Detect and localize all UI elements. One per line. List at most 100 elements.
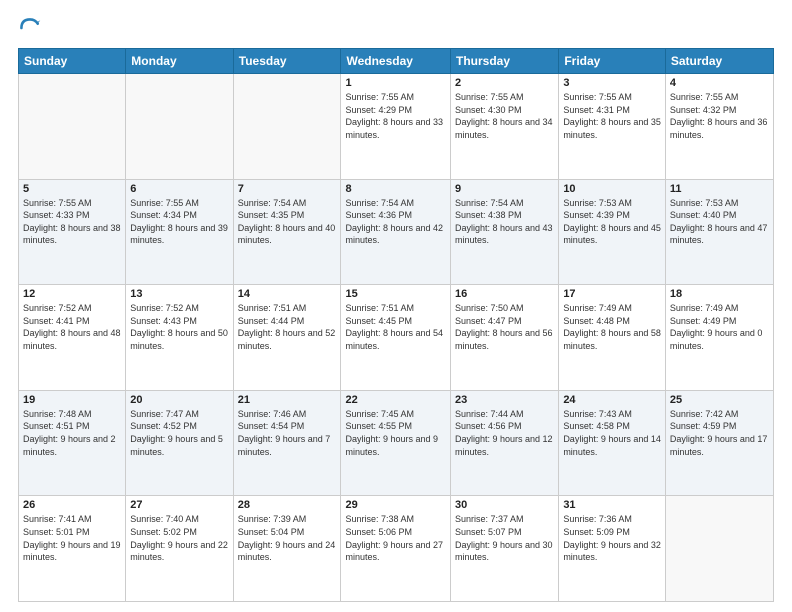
cell-date-number: 9 — [455, 183, 554, 195]
cell-info: Sunrise: 7:53 AM Sunset: 4:40 PM Dayligh… — [670, 197, 769, 247]
calendar-cell: 18 Sunrise: 7:49 AM Sunset: 4:49 PM Dayli… — [665, 285, 773, 391]
cell-date-number: 23 — [455, 394, 554, 406]
cell-date-number: 13 — [130, 288, 228, 300]
cell-info: Sunrise: 7:49 AM Sunset: 4:49 PM Dayligh… — [670, 302, 769, 352]
cell-date-number: 30 — [455, 499, 554, 511]
cell-info: Sunrise: 7:52 AM Sunset: 4:43 PM Dayligh… — [130, 302, 228, 352]
cell-date-number: 1 — [345, 77, 446, 89]
calendar-cell: 7 Sunrise: 7:54 AM Sunset: 4:35 PM Daylig… — [233, 179, 341, 285]
cell-info: Sunrise: 7:51 AM Sunset: 4:45 PM Dayligh… — [345, 302, 446, 352]
header-day-sunday: Sunday — [19, 49, 126, 74]
cell-info: Sunrise: 7:43 AM Sunset: 4:58 PM Dayligh… — [563, 408, 661, 458]
cell-date-number: 31 — [563, 499, 661, 511]
cell-info: Sunrise: 7:50 AM Sunset: 4:47 PM Dayligh… — [455, 302, 554, 352]
week-row-3: 12 Sunrise: 7:52 AM Sunset: 4:41 PM Dayli… — [19, 285, 774, 391]
calendar-cell: 31 Sunrise: 7:36 AM Sunset: 5:09 PM Dayli… — [559, 496, 666, 602]
header — [18, 16, 774, 40]
cell-date-number: 12 — [23, 288, 121, 300]
cell-date-number: 18 — [670, 288, 769, 300]
calendar-cell: 3 Sunrise: 7:55 AM Sunset: 4:31 PM Daylig… — [559, 74, 666, 180]
calendar-cell: 16 Sunrise: 7:50 AM Sunset: 4:47 PM Dayli… — [451, 285, 559, 391]
cell-date-number: 21 — [238, 394, 337, 406]
header-day-wednesday: Wednesday — [341, 49, 451, 74]
cell-info: Sunrise: 7:39 AM Sunset: 5:04 PM Dayligh… — [238, 513, 337, 563]
cell-info: Sunrise: 7:54 AM Sunset: 4:38 PM Dayligh… — [455, 197, 554, 247]
cell-date-number: 24 — [563, 394, 661, 406]
cell-info: Sunrise: 7:41 AM Sunset: 5:01 PM Dayligh… — [23, 513, 121, 563]
cell-info: Sunrise: 7:38 AM Sunset: 5:06 PM Dayligh… — [345, 513, 446, 563]
cell-info: Sunrise: 7:55 AM Sunset: 4:30 PM Dayligh… — [455, 91, 554, 141]
calendar-cell: 6Sunrise: 7:55 AM Sunset: 4:34 PM Daylig… — [126, 179, 233, 285]
cell-info: Sunrise: 7:51 AM Sunset: 4:44 PM Dayligh… — [238, 302, 337, 352]
logo-icon — [18, 16, 42, 40]
cell-date-number: 6 — [130, 183, 228, 195]
header-day-tuesday: Tuesday — [233, 49, 341, 74]
cell-date-number: 16 — [455, 288, 554, 300]
cell-date-number: 26 — [23, 499, 121, 511]
week-row-5: 26 Sunrise: 7:41 AM Sunset: 5:01 PM Dayli… — [19, 496, 774, 602]
calendar-cell: 15 Sunrise: 7:51 AM Sunset: 4:45 PM Dayli… — [341, 285, 451, 391]
cell-info: Sunrise: 7:55 AM Sunset: 4:31 PM Dayligh… — [563, 91, 661, 141]
header-row: SundayMondayTuesdayWednesdayThursdayFrid… — [19, 49, 774, 74]
cell-info: Sunrise: 7:55 AM Sunset: 4:33 PM Dayligh… — [23, 197, 121, 247]
cell-info: Sunrise: 7:46 AM Sunset: 4:54 PM Dayligh… — [238, 408, 337, 458]
calendar-cell: 30 Sunrise: 7:37 AM Sunset: 5:07 PM Dayli… — [451, 496, 559, 602]
calendar-cell: 28 Sunrise: 7:39 AM Sunset: 5:04 PM Dayli… — [233, 496, 341, 602]
calendar-cell: 2 Sunrise: 7:55 AM Sunset: 4:30 PM Daylig… — [451, 74, 559, 180]
week-row-1: 1 Sunrise: 7:55 AM Sunset: 4:29 PM Daylig… — [19, 74, 774, 180]
cell-date-number: 10 — [563, 183, 661, 195]
calendar-cell: 11Sunrise: 7:53 AM Sunset: 4:40 PM Dayli… — [665, 179, 773, 285]
cell-date-number: 15 — [345, 288, 446, 300]
calendar-cell: 4 Sunrise: 7:55 AM Sunset: 4:32 PM Daylig… — [665, 74, 773, 180]
cell-info: Sunrise: 7:54 AM Sunset: 4:36 PM Dayligh… — [345, 197, 446, 247]
cell-info: Sunrise: 7:52 AM Sunset: 4:41 PM Dayligh… — [23, 302, 121, 352]
cell-info: Sunrise: 7:55 AM Sunset: 4:29 PM Dayligh… — [345, 91, 446, 141]
calendar-cell: 14Sunrise: 7:51 AM Sunset: 4:44 PM Dayli… — [233, 285, 341, 391]
header-day-monday: Monday — [126, 49, 233, 74]
cell-info: Sunrise: 7:45 AM Sunset: 4:55 PM Dayligh… — [345, 408, 446, 458]
calendar-cell: 12 Sunrise: 7:52 AM Sunset: 4:41 PM Dayli… — [19, 285, 126, 391]
calendar-cell: 21 Sunrise: 7:46 AM Sunset: 4:54 PM Dayli… — [233, 390, 341, 496]
calendar-cell: 23 Sunrise: 7:44 AM Sunset: 4:56 PM Dayli… — [451, 390, 559, 496]
calendar-cell — [126, 74, 233, 180]
week-row-4: 19 Sunrise: 7:48 AM Sunset: 4:51 PM Dayli… — [19, 390, 774, 496]
cell-info: Sunrise: 7:55 AM Sunset: 4:32 PM Dayligh… — [670, 91, 769, 141]
calendar-cell: 19 Sunrise: 7:48 AM Sunset: 4:51 PM Dayli… — [19, 390, 126, 496]
calendar-cell: 5Sunrise: 7:55 AM Sunset: 4:33 PM Daylig… — [19, 179, 126, 285]
cell-info: Sunrise: 7:54 AM Sunset: 4:35 PM Dayligh… — [238, 197, 337, 247]
calendar-cell: 20 Sunrise: 7:47 AM Sunset: 4:52 PM Dayli… — [126, 390, 233, 496]
cell-info: Sunrise: 7:44 AM Sunset: 4:56 PM Dayligh… — [455, 408, 554, 458]
logo — [18, 16, 46, 40]
cell-date-number: 22 — [345, 394, 446, 406]
header-day-friday: Friday — [559, 49, 666, 74]
cell-date-number: 2 — [455, 77, 554, 89]
cell-date-number: 4 — [670, 77, 769, 89]
calendar-table: SundayMondayTuesdayWednesdayThursdayFrid… — [18, 48, 774, 602]
cell-date-number: 20 — [130, 394, 228, 406]
page: SundayMondayTuesdayWednesdayThursdayFrid… — [0, 0, 792, 612]
calendar-cell: 1 Sunrise: 7:55 AM Sunset: 4:29 PM Daylig… — [341, 74, 451, 180]
cell-date-number: 25 — [670, 394, 769, 406]
cell-info: Sunrise: 7:53 AM Sunset: 4:39 PM Dayligh… — [563, 197, 661, 247]
cell-info: Sunrise: 7:49 AM Sunset: 4:48 PM Dayligh… — [563, 302, 661, 352]
cell-info: Sunrise: 7:40 AM Sunset: 5:02 PM Dayligh… — [130, 513, 228, 563]
cell-info: Sunrise: 7:47 AM Sunset: 4:52 PM Dayligh… — [130, 408, 228, 458]
calendar-cell: 8 Sunrise: 7:54 AM Sunset: 4:36 PM Daylig… — [341, 179, 451, 285]
calendar-cell: 26 Sunrise: 7:41 AM Sunset: 5:01 PM Dayli… — [19, 496, 126, 602]
calendar-cell — [19, 74, 126, 180]
header-day-thursday: Thursday — [451, 49, 559, 74]
cell-info: Sunrise: 7:36 AM Sunset: 5:09 PM Dayligh… — [563, 513, 661, 563]
cell-date-number: 19 — [23, 394, 121, 406]
cell-info: Sunrise: 7:37 AM Sunset: 5:07 PM Dayligh… — [455, 513, 554, 563]
calendar-cell — [233, 74, 341, 180]
calendar-cell — [665, 496, 773, 602]
cell-date-number: 27 — [130, 499, 228, 511]
cell-date-number: 7 — [238, 183, 337, 195]
cell-date-number: 8 — [345, 183, 446, 195]
calendar-cell: 13 Sunrise: 7:52 AM Sunset: 4:43 PM Dayli… — [126, 285, 233, 391]
cell-date-number: 29 — [345, 499, 446, 511]
calendar-cell: 27 Sunrise: 7:40 AM Sunset: 5:02 PM Dayli… — [126, 496, 233, 602]
cell-date-number: 28 — [238, 499, 337, 511]
cell-date-number: 3 — [563, 77, 661, 89]
cell-info: Sunrise: 7:48 AM Sunset: 4:51 PM Dayligh… — [23, 408, 121, 458]
